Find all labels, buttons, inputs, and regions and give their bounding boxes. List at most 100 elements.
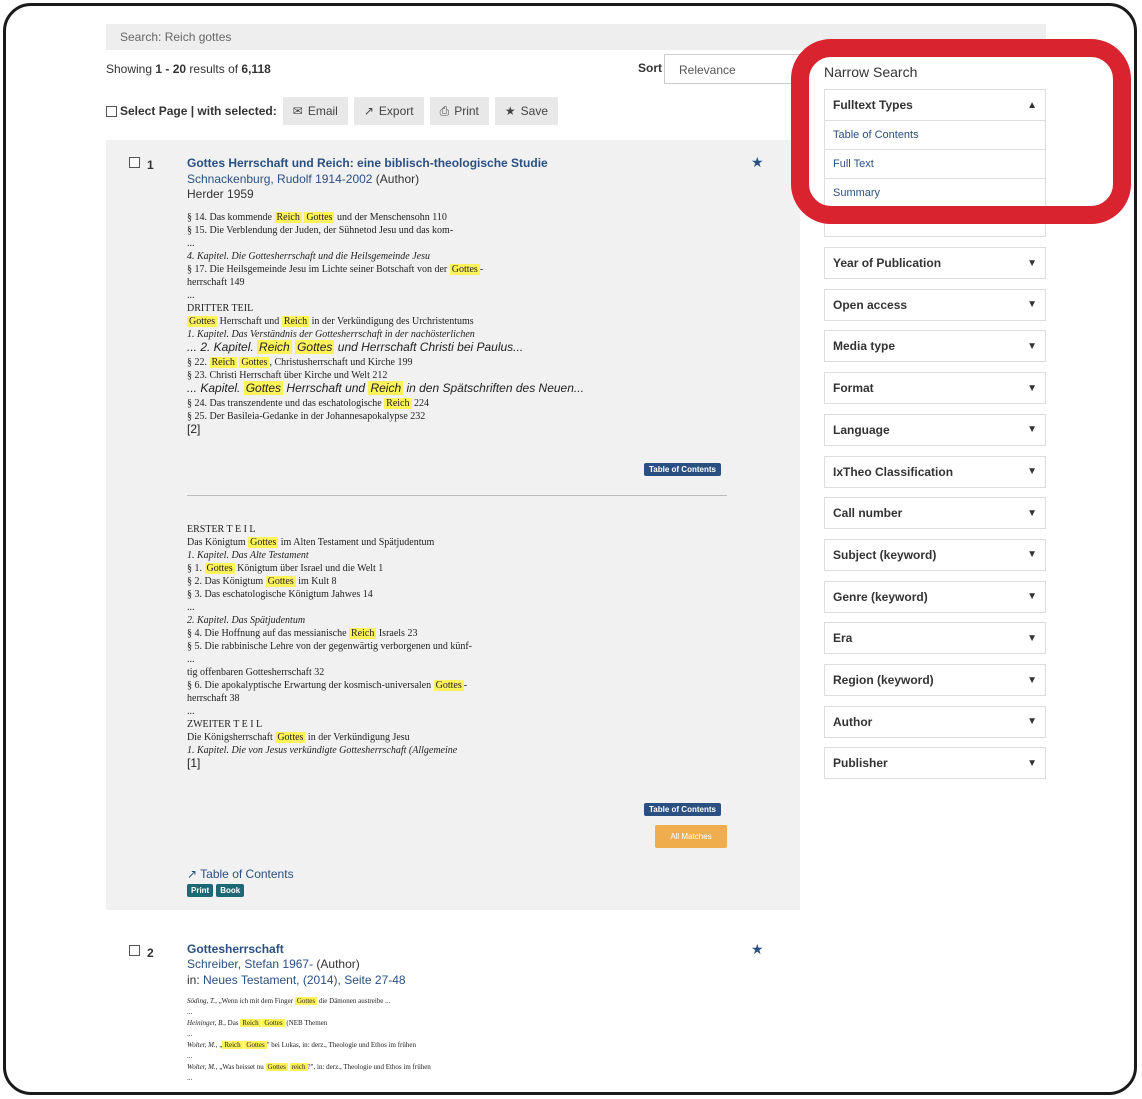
- all-matches-button[interactable]: All Matches: [655, 825, 727, 848]
- facet-header[interactable]: Format ▼: [825, 373, 1045, 403]
- facet-header[interactable]: Year of Publication ▼: [825, 248, 1045, 278]
- search-term-highlight: Reich: [384, 398, 412, 409]
- snippet-line: ...: [187, 1008, 193, 1016]
- caret-down-icon: ▼: [1027, 257, 1037, 269]
- result-checkbox[interactable]: [129, 945, 140, 956]
- printer-icon: ⎙: [439, 103, 450, 118]
- search-term-highlight: Reich: [222, 1041, 243, 1049]
- facet-header[interactable]: IxTheo Classification ▼: [825, 457, 1045, 487]
- sort-select[interactable]: Relevance: [664, 54, 804, 84]
- email-button[interactable]: ✉ Email: [282, 97, 348, 125]
- snippet-line: § 1. Gottes Königtum über Israel und die…: [187, 563, 384, 574]
- search-term-highlight: Reich: [209, 357, 237, 368]
- page-frame: Search: Reich gottes Showing 1 - 20 resu…: [3, 3, 1137, 1095]
- search-term-highlight: Gottes: [275, 732, 306, 743]
- author-link[interactable]: Schnackenburg, Rudolf 1914-2002: [187, 172, 372, 186]
- snippet-line: tig offenbaren Gottesherrschaft 32: [187, 667, 325, 678]
- result-checkbox[interactable]: [129, 157, 140, 168]
- result-publisher: Herder 1959: [187, 187, 254, 201]
- search-term-highlight: Gottes: [265, 576, 296, 587]
- select-page-label: Select Page | with selected:: [120, 104, 277, 118]
- caret-down-icon: ▼: [1027, 507, 1037, 519]
- result-number: 1: [147, 158, 154, 172]
- snippet-line: § 22. Reich Gottes, Christusherrschaft u…: [187, 357, 413, 368]
- facet-header[interactable]: Media type ▼: [825, 331, 1045, 361]
- fulltext-snippet: § 14. Das kommende Reich Gottes und der …: [187, 211, 727, 436]
- author-link[interactable]: Schreiber, Stefan 1967-: [187, 957, 313, 971]
- facet-header[interactable]: Era ▼: [825, 623, 1045, 653]
- snippet-line: ... 2. Kapitel. Reich Gottes und Herrsch…: [187, 340, 524, 354]
- facet-era[interactable]: Era ▼: [824, 622, 1046, 655]
- envelope-icon: ✉: [292, 104, 303, 118]
- facet-author[interactable]: Author ▼: [824, 705, 1046, 738]
- snippet-line: herrschaft 38: [187, 693, 240, 704]
- result-title-link[interactable]: Gottesherrschaft: [187, 942, 284, 956]
- snippet-line: ERSTER T E I L: [187, 524, 256, 535]
- snippet-line: § 5. Die rabbinische Lehre von der gegen…: [187, 641, 472, 652]
- table-of-contents-link[interactable]: ↗ Table of Contents: [187, 867, 294, 881]
- caret-down-icon: ▼: [1027, 674, 1037, 686]
- fulltext-snippet: ERSTER T E I L Das Königtum Gottes im Alt…: [187, 523, 727, 770]
- facet-media-type[interactable]: Media type ▼: [824, 330, 1046, 363]
- result-author: Schnackenburg, Rudolf 1914-2002 (Author): [187, 172, 420, 186]
- facet-header[interactable]: Author ▼: [825, 707, 1045, 737]
- caret-down-icon: ▼: [1027, 466, 1037, 477]
- facet-ixtheo-classification[interactable]: IxTheo Classification ▼: [824, 455, 1046, 488]
- search-term-highlight: Gottes: [449, 264, 480, 275]
- facet-header[interactable]: Subject (keyword) ▼: [825, 540, 1045, 570]
- format-badge-book: Book: [216, 884, 245, 897]
- favorite-star-icon[interactable]: ★: [751, 154, 764, 171]
- snippet-line: ...: [187, 1030, 193, 1038]
- search-term-highlight: Gottes: [244, 1041, 267, 1049]
- result-title-link[interactable]: Gottes Herrschaft und Reich: eine biblis…: [187, 156, 548, 170]
- container-link[interactable]: Neues Testament, (2014), Seite 27-48: [203, 973, 406, 987]
- save-button[interactable]: ★ Save: [494, 97, 558, 125]
- snippet-line: ...: [187, 1052, 193, 1060]
- snippet-line: § 4. Die Hoffnung auf das messianische R…: [187, 628, 418, 639]
- snippet-divider: [187, 495, 727, 496]
- snippet-line: § 14. Das kommende Reich Gottes und der …: [187, 212, 447, 223]
- facet-open-access[interactable]: Open access ▼: [824, 288, 1046, 321]
- caret-down-icon: ▼: [1027, 299, 1037, 311]
- facet-header[interactable]: Open access ▼: [825, 290, 1045, 320]
- snippet-line: Das Königtum Gottes im Alten Testament u…: [187, 537, 435, 548]
- facet-genre-keyword[interactable]: Genre (keyword) ▼: [824, 580, 1046, 613]
- favorite-star-icon[interactable]: ★: [751, 941, 764, 958]
- facet-header[interactable]: Region (keyword) ▼: [825, 665, 1045, 695]
- facet-header[interactable]: Call number ▼: [825, 498, 1045, 528]
- search-term-highlight: Gottes: [433, 680, 464, 691]
- snippet-line: Heininger, B., Das Reich Gottes (NEB The…: [187, 1019, 328, 1027]
- toc-type-badge: Table of Contents: [644, 463, 721, 476]
- snippet-line: § 15. Die Verblendung der Juden, der Süh…: [187, 225, 454, 236]
- sort-label: Sort: [638, 61, 662, 75]
- result-author: Schreiber, Stefan 1967- (Author): [187, 957, 360, 971]
- facet-language[interactable]: Language ▼: [824, 413, 1046, 446]
- snippet-line: ...: [187, 1074, 193, 1082]
- facet-publisher[interactable]: Publisher ▼: [824, 747, 1046, 780]
- search-term-highlight: Reich: [349, 628, 377, 639]
- facet-format[interactable]: Format ▼: [824, 372, 1046, 405]
- snippet-line: ...: [187, 290, 195, 301]
- facet-region-keyword[interactable]: Region (keyword) ▼: [824, 664, 1046, 696]
- results-count: Showing 1 - 20 results of 6,118: [106, 62, 271, 76]
- search-term-highlight: Reich: [281, 316, 310, 327]
- facet-header[interactable]: Publisher ▼: [825, 748, 1045, 778]
- facet-subject-keyword[interactable]: Subject (keyword) ▼: [824, 538, 1046, 571]
- snippet-line: Wolter, M., „Was heisset nu Gottes reich…: [187, 1063, 431, 1071]
- export-button[interactable]: ↗ Export: [353, 97, 424, 125]
- toc-type-badge: Table of Contents: [644, 803, 721, 816]
- facet-call-number[interactable]: Call number ▼: [824, 497, 1046, 530]
- facet-header[interactable]: Language ▼: [825, 415, 1045, 445]
- facet-header[interactable]: Genre (keyword) ▼: [825, 582, 1045, 612]
- snippet-line: Wolter, M., „ Reich Gottes " bei Lukas, in…: [187, 1041, 416, 1049]
- snippet-line: ...: [187, 602, 195, 613]
- facet-year-of-publication[interactable]: Year of Publication ▼: [824, 247, 1046, 279]
- search-term-highlight: Gottes: [262, 1019, 285, 1027]
- star-icon: ★: [504, 104, 516, 118]
- result-number: 2: [147, 946, 154, 960]
- snippet-line: [1]: [187, 756, 201, 770]
- snippet-line: ...: [187, 238, 195, 249]
- select-page-checkbox[interactable]: [106, 105, 117, 117]
- print-button[interactable]: ⎙ Print: [429, 97, 489, 125]
- result-container: in: Neues Testament, (2014), Seite 27-48: [187, 973, 406, 987]
